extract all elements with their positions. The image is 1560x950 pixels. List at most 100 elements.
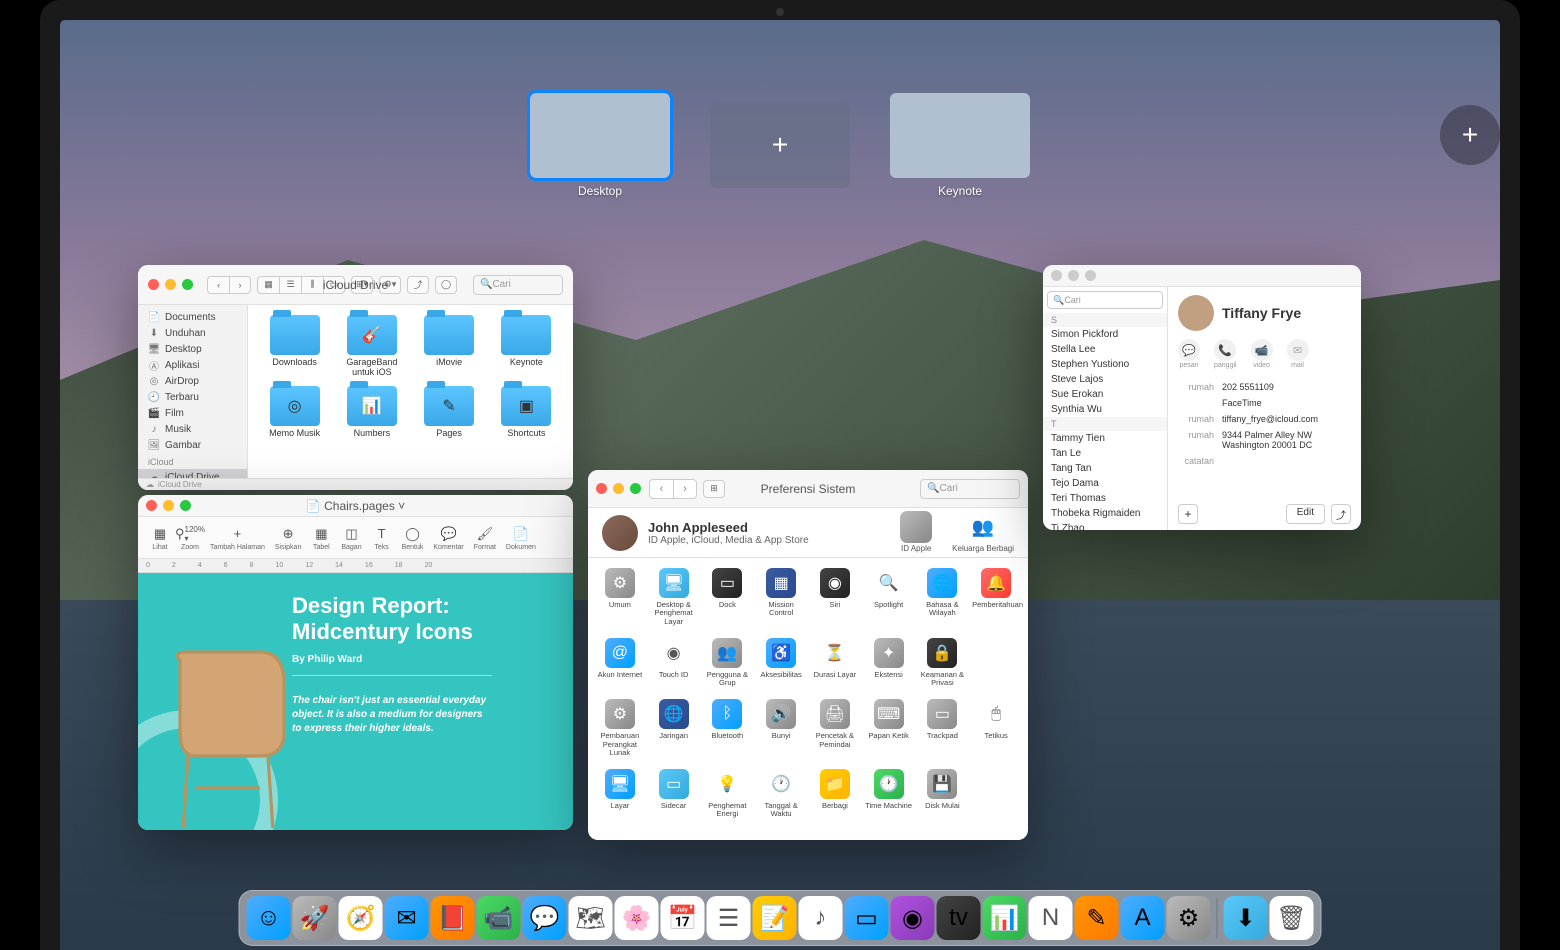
dock-pages[interactable]: ✎ bbox=[1075, 896, 1119, 940]
prefpane-jaringan[interactable]: 🌐Jaringan bbox=[648, 699, 700, 757]
folder-item[interactable]: Downloads bbox=[258, 315, 331, 378]
sidebar-item[interactable]: ⒶAplikasi bbox=[138, 357, 247, 373]
forward-button[interactable]: › bbox=[673, 479, 697, 499]
folder-item[interactable]: ✎Pages bbox=[413, 386, 486, 439]
field-value[interactable] bbox=[1222, 456, 1351, 466]
mc-thumb-keynote[interactable] bbox=[890, 93, 1030, 178]
dock-reminders[interactable]: ☰ bbox=[707, 896, 751, 940]
contact-item[interactable]: Sue Erokan bbox=[1043, 387, 1167, 402]
contact-item[interactable]: Tejo Dama bbox=[1043, 476, 1167, 491]
minimize-icon[interactable] bbox=[1068, 270, 1079, 281]
dock-downloads[interactable]: ⬇ bbox=[1224, 896, 1268, 940]
sp-account-row[interactable]: John Appleseed ID Apple, iCloud, Media &… bbox=[588, 508, 1028, 558]
minimize-icon[interactable] bbox=[165, 279, 176, 290]
contact-action-mail[interactable]: ✉mail bbox=[1287, 339, 1309, 369]
sidebar-item[interactable]: 📄Documents bbox=[138, 309, 247, 325]
finder-content[interactable]: Downloads🎸GarageBand untuk iOSiMovieKeyn… bbox=[248, 305, 573, 478]
prefpane-sidecar[interactable]: ▭Sidecar bbox=[648, 769, 700, 819]
zoom-icon[interactable] bbox=[630, 483, 641, 494]
dock-facetime[interactable]: 📹 bbox=[477, 896, 521, 940]
folder-item[interactable]: ▣Shortcuts bbox=[490, 386, 563, 439]
prefpane-pembaruan-perangkat-lunak[interactable]: ⚙Pembaruan Perangkat Lunak bbox=[594, 699, 646, 757]
folder-item[interactable]: 📊Numbers bbox=[335, 386, 408, 439]
pages-titlebar[interactable]: 📄 Chairs.pages ˅ bbox=[138, 495, 573, 517]
sidebar-item[interactable]: 🖥Desktop bbox=[138, 341, 247, 357]
close-icon[interactable] bbox=[596, 483, 607, 494]
contact-item[interactable]: Tammy Tien bbox=[1043, 431, 1167, 446]
prefpane-spotlight[interactable]: 🔍Spotlight bbox=[863, 568, 915, 626]
prefpane-aksesibilitas[interactable]: ♿Aksesibilitas bbox=[755, 638, 807, 688]
dock-music[interactable]: ♪ bbox=[799, 896, 843, 940]
prefpane-berbagi[interactable]: 📁Berbagi bbox=[809, 769, 861, 819]
prefpane-disk-mulai[interactable]: 💾Disk Mulai bbox=[917, 769, 969, 819]
folder-item[interactable]: Keynote bbox=[490, 315, 563, 378]
prefpane-tanggal-&-waktu[interactable]: 🕐Tanggal & Waktu bbox=[755, 769, 807, 819]
tool-lihat[interactable]: ▦Lihat bbox=[146, 525, 174, 551]
prefpane-bahasa-&-wilayah[interactable]: 🌐Bahasa & Wilayah bbox=[917, 568, 969, 626]
dock-mail[interactable]: ✉ bbox=[385, 896, 429, 940]
contact-item[interactable]: Simon Pickford bbox=[1043, 327, 1167, 342]
folder-item[interactable]: 🎸GarageBand untuk iOS bbox=[335, 315, 408, 378]
dock-notes[interactable]: 📝 bbox=[753, 896, 797, 940]
view-columns-button[interactable]: ⫼ bbox=[301, 276, 323, 294]
folder-item[interactable]: iMovie bbox=[413, 315, 486, 378]
forward-button[interactable]: › bbox=[229, 276, 251, 294]
dock-maps[interactable]: 🗺 bbox=[569, 896, 613, 940]
tool-tabel[interactable]: ▦Tabel bbox=[307, 525, 335, 551]
minimize-icon[interactable] bbox=[163, 500, 174, 511]
dock-calendar[interactable]: 📅 bbox=[661, 896, 705, 940]
mc-space-keynote[interactable]: Keynote bbox=[890, 93, 1030, 198]
sysprefs-titlebar[interactable]: ‹ › ⊞ Preferensi Sistem 🔍 Cari bbox=[588, 470, 1028, 508]
edit-button[interactable]: Edit bbox=[1286, 504, 1325, 524]
view-icons-button[interactable]: ▦ bbox=[257, 276, 279, 294]
grid-button[interactable]: ⊞ bbox=[703, 480, 725, 498]
zoom-icon[interactable] bbox=[182, 279, 193, 290]
dock-podcasts[interactable]: ◉ bbox=[891, 896, 935, 940]
prefpane-tetikus[interactable]: 🖱Tetikus bbox=[970, 699, 1022, 757]
contact-item[interactable]: Synthia Wu bbox=[1043, 402, 1167, 417]
contact-item[interactable]: Steve Lajos bbox=[1043, 372, 1167, 387]
contact-item[interactable]: Teri Thomas bbox=[1043, 491, 1167, 506]
tool-teks[interactable]: TTeks bbox=[368, 525, 396, 551]
tool-bagan[interactable]: ◫Bagan bbox=[337, 525, 365, 551]
prefpane-akun-internet[interactable]: @Akun Internet bbox=[594, 638, 646, 688]
prefpane-pemberitahuan[interactable]: 🔔Pemberitahuan bbox=[970, 568, 1022, 626]
dock-trash[interactable]: 🗑 bbox=[1270, 896, 1314, 940]
view-list-button[interactable]: ☰ bbox=[279, 276, 301, 294]
sidebar-item[interactable]: ⬇Unduhan bbox=[138, 325, 247, 341]
mc-thumb-desktop[interactable] bbox=[530, 93, 670, 178]
sp-account-shortcut[interactable]: 👥Keluarga Berbagi bbox=[952, 511, 1014, 554]
prefpane-keamanan-&-privasi[interactable]: 🔒Keamanan & Privasi bbox=[917, 638, 969, 688]
field-value[interactable]: 202 5551109 bbox=[1222, 382, 1351, 392]
contact-item[interactable]: Tan Le bbox=[1043, 446, 1167, 461]
minimize-icon[interactable] bbox=[613, 483, 624, 494]
close-icon[interactable] bbox=[148, 279, 159, 290]
share-icon[interactable]: ⤴ bbox=[1331, 504, 1351, 524]
contacts-search-input[interactable]: 🔍 Cari bbox=[1047, 291, 1163, 309]
field-value[interactable]: tiffany_frye@icloud.com bbox=[1222, 414, 1351, 424]
sidebar-item[interactable]: 🕘Terbaru bbox=[138, 389, 247, 405]
prefpane-umum[interactable]: ⚙Umum bbox=[594, 568, 646, 626]
pages-window[interactable]: 📄 Chairs.pages ˅ ▦Lihat⚲120% ▾Zoom+Tamba… bbox=[138, 495, 573, 830]
close-icon[interactable] bbox=[1051, 270, 1062, 281]
prefpane-touch-id[interactable]: ◉Touch ID bbox=[648, 638, 700, 688]
dock-sysprefs[interactable]: ⚙ bbox=[1167, 896, 1211, 940]
prefpane-penghemat-energi[interactable]: 💡Penghemat Energi bbox=[702, 769, 754, 819]
contacts-list[interactable]: 🔍 Cari SSimon PickfordStella LeeStephen … bbox=[1043, 287, 1168, 530]
contact-action-pesan[interactable]: 💬pesan bbox=[1178, 339, 1200, 369]
prefpane-time-machine[interactable]: 🕐Time Machine bbox=[863, 769, 915, 819]
dock-contacts[interactable]: 📕 bbox=[431, 896, 475, 940]
contacts-titlebar[interactable] bbox=[1043, 265, 1361, 287]
finder-titlebar[interactable]: ‹ › iCloud Drive ▦ ☰ ⫼ ▭ ⊞▾ ⚙▾ ⤴ ◯ 🔍 Car… bbox=[138, 265, 573, 305]
add-button[interactable]: + bbox=[1178, 504, 1198, 524]
finder-search-input[interactable]: 🔍 Cari bbox=[473, 275, 563, 295]
prefpane-desktop-&-penghemat-layar[interactable]: 🖥Desktop & Penghemat Layar bbox=[648, 568, 700, 626]
sidebar-item[interactable]: 🖼Gambar bbox=[138, 437, 247, 453]
sidebar-item-icloud[interactable]: ☁iCloud Drive bbox=[138, 469, 247, 478]
contact-item[interactable]: Thobeka Rigmaiden bbox=[1043, 506, 1167, 521]
tool-tambah halaman[interactable]: +Tambah Halaman bbox=[206, 525, 269, 551]
tags-button[interactable]: ◯ bbox=[435, 276, 457, 294]
prefpane-mission-control[interactable]: ▦Mission Control bbox=[755, 568, 807, 626]
dock-photos[interactable]: 🌸 bbox=[615, 896, 659, 940]
sp-account-shortcut[interactable]: ID Apple bbox=[900, 511, 932, 554]
